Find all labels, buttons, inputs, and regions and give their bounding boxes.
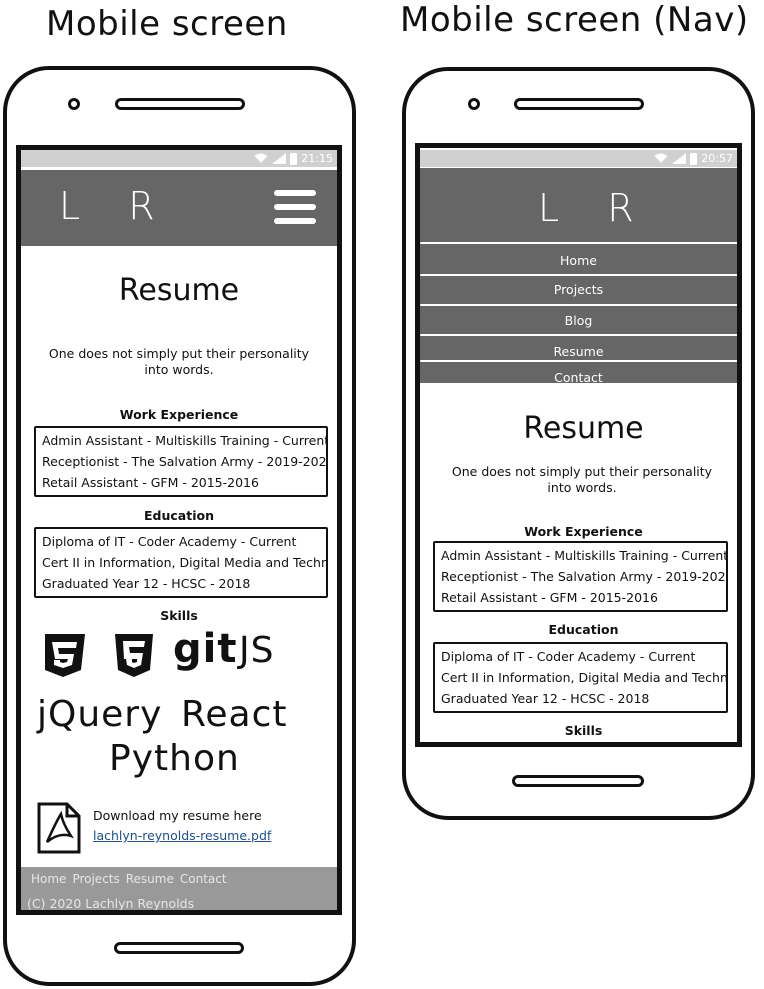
skill-git: git (173, 626, 238, 672)
status-time: 20:57 (701, 152, 733, 165)
status-bar: 21:15 (21, 150, 337, 167)
work-experience-heading: Work Experience (524, 524, 643, 539)
app-bar: L R (21, 170, 337, 246)
list-item: Cert II in Information, Digital Media an… (441, 670, 728, 685)
left-screen: 21:15 L R Resume One does not simply put… (16, 145, 342, 915)
html5-icon (115, 634, 153, 677)
nav-item-resume[interactable]: Resume (420, 344, 737, 359)
skills-heading: Skills (160, 608, 198, 623)
nav-item-blog[interactable]: Blog (420, 313, 737, 328)
signal-icon (672, 153, 687, 164)
right-speaker (514, 98, 644, 110)
list-item: Retail Assistant - GFM - 2015-2016 (42, 475, 259, 490)
nav-divider (420, 304, 737, 306)
status-bar: 20:57 (420, 150, 737, 167)
nav-menu: Home Projects Blog Resume Contact (420, 240, 737, 385)
list-item: Receptionist - The Salvation Army - 2019… (42, 454, 328, 469)
work-experience-heading: Work Experience (119, 407, 239, 422)
left-camera (68, 98, 80, 110)
education-box: Diploma of IT - Coder Academy - Current … (34, 527, 328, 598)
nav-item-home[interactable]: Home (420, 253, 737, 268)
pdf-icon[interactable] (37, 802, 81, 854)
nav-item-contact[interactable]: Contact (420, 370, 737, 385)
status-time: 21:15 (301, 152, 333, 165)
hamburger-menu-icon[interactable] (274, 190, 316, 224)
page-title: Resume (523, 411, 644, 446)
tagline: One does not simply put their personalit… (451, 464, 713, 495)
list-item: Diploma of IT - Coder Academy - Current (441, 649, 696, 664)
list-item: Diploma of IT - Coder Academy - Current (42, 534, 297, 549)
footer: Home Projects Resume Contact (C) 2020 La… (21, 867, 337, 911)
work-experience-box: Admin Assistant - Multiskills Training -… (34, 426, 328, 497)
skill-python: Python (109, 738, 240, 779)
signal-icon (272, 153, 287, 164)
footer-links: Home Projects Resume Contact (31, 872, 227, 886)
battery-icon (290, 152, 298, 165)
right-screen: 20:57 L R Home Projects Blog Resume Cont… (415, 143, 742, 747)
nav-divider (420, 242, 737, 244)
nav-divider (420, 360, 737, 362)
right-home-button[interactable] (512, 775, 644, 787)
work-experience-box: Admin Assistant - Multiskills Training -… (433, 541, 728, 612)
list-item: Cert II in Information, Digital Media an… (42, 555, 328, 570)
education-heading: Education (548, 622, 619, 637)
left-mockup-heading: Mobile screen (46, 4, 288, 44)
battery-icon (690, 152, 698, 165)
nav-divider (420, 274, 737, 276)
right-mockup-heading: Mobile screen (Nav) (400, 0, 749, 40)
list-item: Graduated Year 12 - HCSC - 2018 (42, 576, 251, 591)
education-box: Diploma of IT - Coder Academy - Current … (433, 642, 728, 713)
css3-icon (45, 634, 85, 677)
skill-js: JS (239, 630, 275, 671)
left-home-button[interactable] (114, 942, 244, 954)
list-item: Receptionist - The Salvation Army - 2019… (441, 569, 728, 584)
footer-link-home[interactable]: Home (31, 872, 66, 886)
nav-divider (420, 334, 737, 336)
list-item: Admin Assistant - Multiskills Training -… (42, 433, 328, 448)
resume-download-link[interactable]: lachlyn-reynolds-resume.pdf (93, 828, 271, 843)
tagline: One does not simply put their personalit… (48, 346, 310, 377)
skill-jquery: jQuery (37, 694, 163, 735)
right-camera (468, 98, 480, 110)
skills-heading: Skills (564, 723, 603, 738)
list-item: Admin Assistant - Multiskills Training -… (441, 548, 728, 563)
list-item: Retail Assistant - GFM - 2015-2016 (441, 590, 658, 605)
education-heading: Education (144, 508, 214, 523)
footer-link-contact[interactable]: Contact (180, 872, 227, 886)
wifi-icon (254, 153, 268, 163)
wifi-icon (654, 153, 668, 163)
skill-react: React (181, 694, 288, 735)
site-logo[interactable]: L R (538, 186, 652, 230)
footer-link-projects[interactable]: Projects (72, 872, 119, 886)
site-logo[interactable]: L R (59, 184, 173, 228)
list-item: Graduated Year 12 - HCSC - 2018 (441, 691, 650, 706)
nav-item-projects[interactable]: Projects (420, 282, 737, 297)
left-speaker (115, 98, 245, 110)
page-title: Resume (118, 273, 240, 308)
download-label: Download my resume here (93, 808, 262, 823)
footer-copyright: (C) 2020 Lachlyn Reynolds (27, 896, 195, 911)
footer-link-resume[interactable]: Resume (126, 872, 174, 886)
